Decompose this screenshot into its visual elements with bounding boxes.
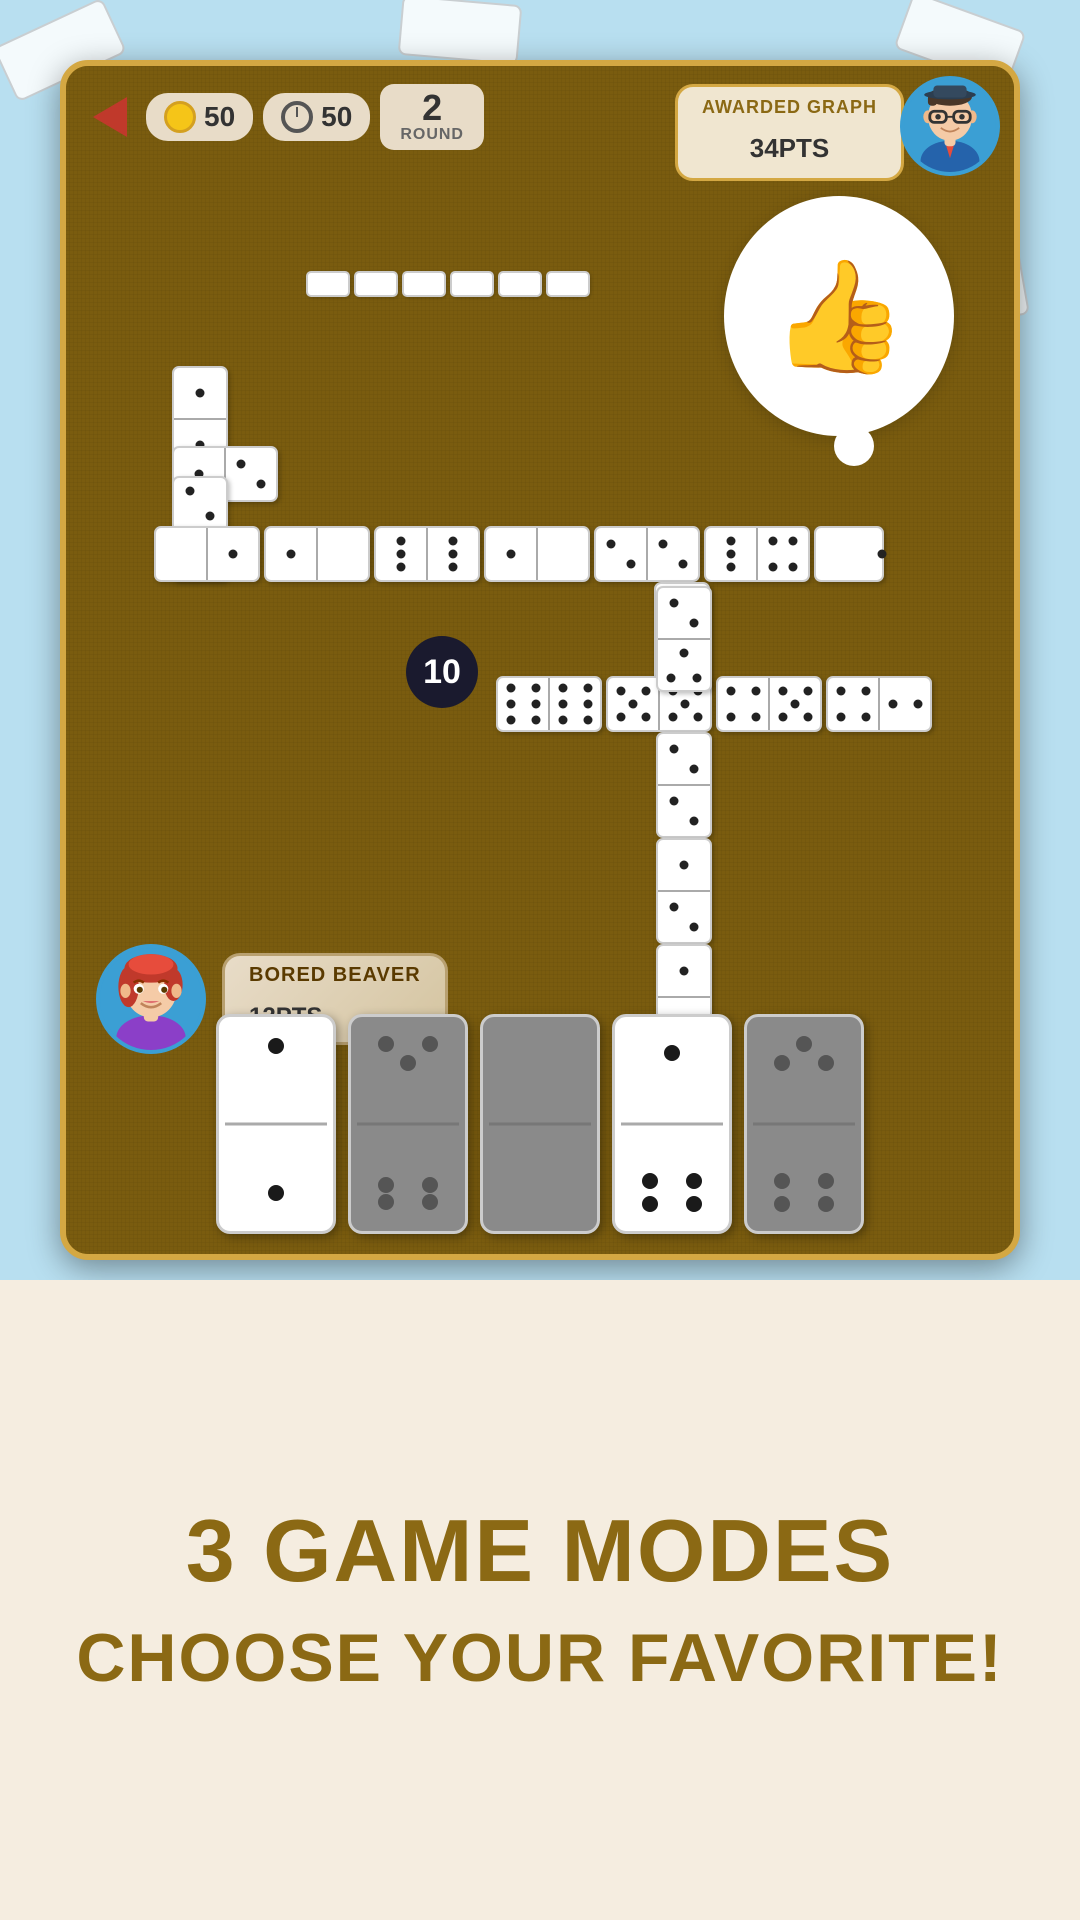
hand-domino-top — [227, 1029, 325, 1115]
awarded-points: 34PTS — [702, 118, 877, 168]
thumbs-up-bubble: 👍 — [724, 196, 954, 436]
domino-piece — [154, 526, 260, 582]
opponent-avatar-image — [904, 80, 996, 172]
round-label: ROUND — [400, 126, 464, 144]
hand-domino-2[interactable] — [348, 1014, 468, 1234]
score-badge-value: 10 — [423, 653, 461, 692]
hand-domino-bottom — [227, 1134, 325, 1220]
round-indicator: 2 ROUND — [380, 84, 484, 150]
hand-domino-3[interactable] — [480, 1014, 600, 1234]
hand-domino-top — [359, 1029, 457, 1115]
player-hand — [66, 1014, 1014, 1234]
opponent-avatar — [900, 76, 1000, 176]
hand-domino-top — [755, 1029, 853, 1115]
hand-domino-bottom — [359, 1134, 457, 1220]
domino-piece — [484, 526, 590, 582]
domino-piece — [826, 676, 932, 732]
domino-piece — [656, 838, 712, 944]
domino-piece — [656, 586, 712, 692]
hand-domino-bottom — [623, 1134, 721, 1220]
thumbs-up-emoji: 👍 — [771, 252, 908, 381]
coins-stat: 50 — [146, 93, 253, 141]
domino-piece — [594, 526, 700, 582]
domino-piece — [264, 526, 370, 582]
game-board: 50 50 2 ROUND AWARDED GRAPH 34PTS — [60, 60, 1020, 1260]
timer-value: 50 — [321, 101, 352, 133]
score-badge-10: 10 — [406, 636, 478, 708]
hand-domino-bottom — [755, 1134, 853, 1220]
domino-piece — [716, 676, 822, 732]
coins-value: 50 — [204, 101, 235, 133]
hand-domino-5[interactable] — [744, 1014, 864, 1234]
choose-subtitle: CHOOSE YOUR FAVORITE! — [76, 1619, 1003, 1697]
awarded-panel: AWARDED GRAPH 34PTS — [675, 84, 904, 181]
player-name: BORED BEAVER — [249, 964, 421, 987]
domino-piece — [814, 526, 884, 582]
hand-domino-4[interactable] — [612, 1014, 732, 1234]
domino-piece — [496, 676, 602, 732]
awarded-label: AWARDED GRAPH — [702, 97, 877, 118]
domino-piece — [656, 732, 712, 838]
hand-domino-1[interactable] — [216, 1014, 336, 1234]
opponent-hand-indicator — [306, 271, 590, 297]
game-modes-title: 3 GAME MODES — [186, 1503, 895, 1600]
round-number: 2 — [422, 90, 442, 126]
timer-stat: 50 — [263, 93, 370, 141]
back-button[interactable] — [84, 91, 136, 143]
hand-domino-top — [623, 1029, 721, 1115]
top-bar: 50 50 2 ROUND — [84, 84, 484, 150]
timer-icon — [281, 101, 313, 133]
coin-icon — [164, 101, 196, 133]
bottom-section: 3 GAME MODES CHOOSE YOUR FAVORITE! — [0, 1280, 1080, 1920]
domino-piece — [704, 526, 810, 582]
domino-piece — [374, 526, 480, 582]
